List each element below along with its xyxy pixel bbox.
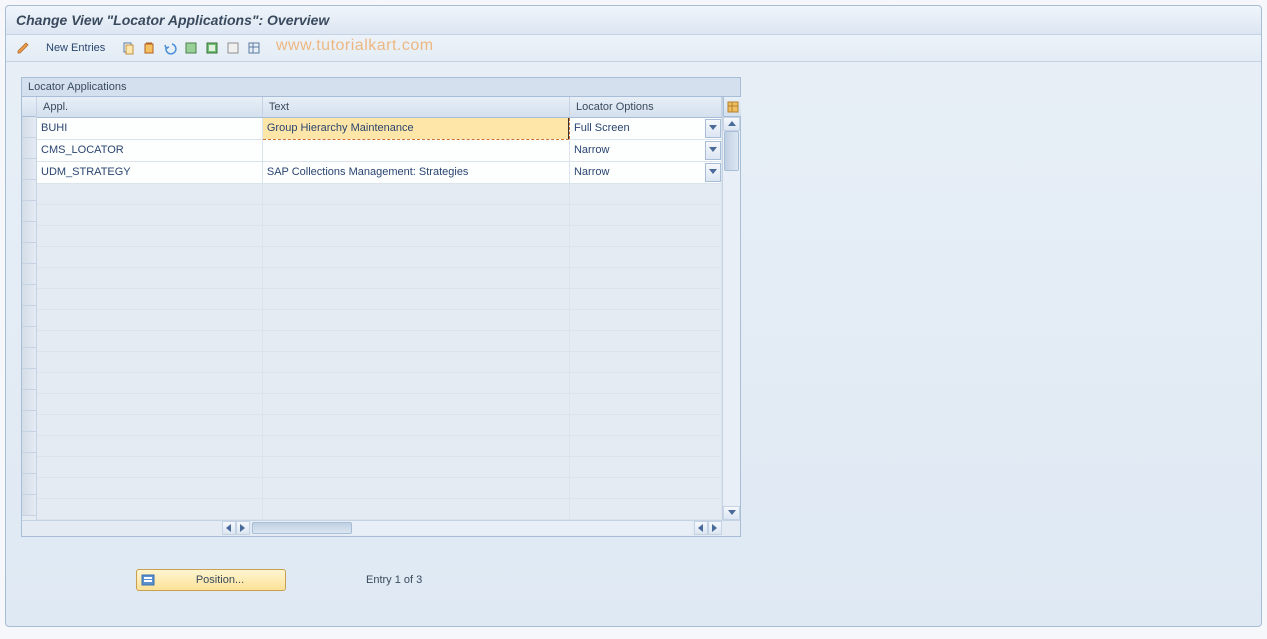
table-row bbox=[37, 414, 722, 435]
table-row: Narrow bbox=[37, 139, 722, 161]
table-container: Locator Applications bbox=[21, 77, 741, 537]
select-block-icon[interactable] bbox=[203, 39, 221, 57]
table-row bbox=[37, 498, 722, 519]
scroll-thumb[interactable] bbox=[724, 131, 739, 171]
row-selector[interactable] bbox=[22, 264, 36, 285]
text-input[interactable] bbox=[263, 140, 569, 161]
row-selector[interactable] bbox=[22, 159, 36, 180]
scroll-track[interactable] bbox=[252, 521, 692, 535]
scroll-thumb[interactable] bbox=[252, 522, 352, 534]
row-selector[interactable] bbox=[22, 411, 36, 432]
select-all-icon[interactable] bbox=[182, 39, 200, 57]
scroll-right-icon[interactable] bbox=[236, 521, 250, 535]
row-selector[interactable] bbox=[22, 138, 36, 159]
row-selector[interactable] bbox=[22, 306, 36, 327]
row-selector[interactable] bbox=[22, 453, 36, 474]
dropdown-value: Narrow bbox=[570, 142, 705, 158]
position-button-label: Position... bbox=[157, 574, 283, 586]
row-selector[interactable] bbox=[22, 180, 36, 201]
table-title: Locator Applications bbox=[22, 78, 740, 97]
column-header-appl[interactable]: Appl. bbox=[37, 97, 262, 117]
watermark: www.tutorialkart.com bbox=[276, 37, 434, 55]
table-row bbox=[37, 393, 722, 414]
page-title: Change View "Locator Applications": Over… bbox=[16, 12, 329, 28]
table-row bbox=[37, 435, 722, 456]
position-icon bbox=[139, 573, 157, 587]
data-table: Appl. Text Locator Options Full Screen bbox=[37, 97, 722, 520]
locator-dropdown[interactable]: Full Screen bbox=[570, 118, 721, 139]
locator-dropdown[interactable]: Narrow bbox=[570, 162, 721, 183]
horizontal-scrollbar[interactable] bbox=[22, 520, 740, 536]
row-selector[interactable] bbox=[22, 474, 36, 495]
new-entries-button[interactable]: New Entries bbox=[38, 39, 113, 57]
entry-count-label: Entry 1 of 3 bbox=[366, 574, 422, 586]
table-row bbox=[37, 477, 722, 498]
row-selector[interactable] bbox=[22, 390, 36, 411]
selector-header[interactable] bbox=[22, 97, 36, 117]
row-selector[interactable] bbox=[22, 495, 36, 516]
undo-icon[interactable] bbox=[161, 39, 179, 57]
vertical-scrollbar[interactable] bbox=[722, 97, 740, 520]
row-selector[interactable] bbox=[22, 243, 36, 264]
row-selector[interactable] bbox=[22, 117, 36, 138]
table-row bbox=[37, 288, 722, 309]
chevron-down-icon[interactable] bbox=[705, 163, 721, 182]
text-input[interactable] bbox=[263, 162, 569, 183]
chevron-down-icon[interactable] bbox=[705, 141, 721, 160]
title-bar: Change View "Locator Applications": Over… bbox=[6, 6, 1261, 35]
appl-input[interactable] bbox=[37, 162, 262, 183]
position-button[interactable]: Position... bbox=[136, 569, 286, 591]
bottom-bar: Position... Entry 1 of 3 bbox=[136, 569, 422, 591]
column-header-text[interactable]: Text bbox=[262, 97, 569, 117]
scroll-track[interactable] bbox=[723, 131, 740, 506]
row-selector[interactable] bbox=[22, 348, 36, 369]
delete-icon[interactable] bbox=[140, 39, 158, 57]
table-row bbox=[37, 372, 722, 393]
text-input[interactable] bbox=[263, 118, 569, 139]
dropdown-value: Narrow bbox=[570, 164, 705, 180]
scroll-left-icon[interactable] bbox=[222, 521, 236, 535]
row-selector-column bbox=[22, 97, 37, 520]
toolbar: New Entries www.tutorialkart.com bbox=[6, 35, 1261, 62]
row-selector[interactable] bbox=[22, 285, 36, 306]
table-row bbox=[37, 351, 722, 372]
chevron-down-icon[interactable] bbox=[705, 119, 721, 138]
row-selector[interactable] bbox=[22, 369, 36, 390]
scroll-up-icon[interactable] bbox=[723, 117, 740, 131]
row-selector[interactable] bbox=[22, 222, 36, 243]
appl-input[interactable] bbox=[37, 140, 262, 161]
table-row bbox=[37, 309, 722, 330]
scroll-right-icon[interactable] bbox=[708, 521, 722, 535]
content-area: Locator Applications bbox=[6, 62, 1261, 582]
toggle-edit-icon[interactable] bbox=[14, 39, 32, 57]
table-settings-icon[interactable] bbox=[723, 97, 741, 117]
dropdown-value: Full Screen bbox=[570, 120, 705, 136]
table-row bbox=[37, 246, 722, 267]
copy-icon[interactable] bbox=[119, 39, 137, 57]
table-row bbox=[37, 456, 722, 477]
main-window: Change View "Locator Applications": Over… bbox=[5, 5, 1262, 627]
row-selector[interactable] bbox=[22, 432, 36, 453]
table-row bbox=[37, 225, 722, 246]
deselect-all-icon[interactable] bbox=[224, 39, 242, 57]
table-row bbox=[37, 204, 722, 225]
table-row bbox=[37, 267, 722, 288]
row-selector[interactable] bbox=[22, 201, 36, 222]
column-header-locator[interactable]: Locator Options bbox=[569, 97, 721, 117]
scroll-down-icon[interactable] bbox=[723, 506, 740, 520]
table-row bbox=[37, 330, 722, 351]
table-config-icon[interactable] bbox=[245, 39, 263, 57]
table-row: Full Screen bbox=[37, 117, 722, 139]
table-row bbox=[37, 183, 722, 204]
appl-input[interactable] bbox=[37, 118, 262, 139]
scroll-left-icon[interactable] bbox=[694, 521, 708, 535]
table-row: Narrow bbox=[37, 161, 722, 183]
row-selector[interactable] bbox=[22, 327, 36, 348]
locator-dropdown[interactable]: Narrow bbox=[570, 140, 721, 161]
